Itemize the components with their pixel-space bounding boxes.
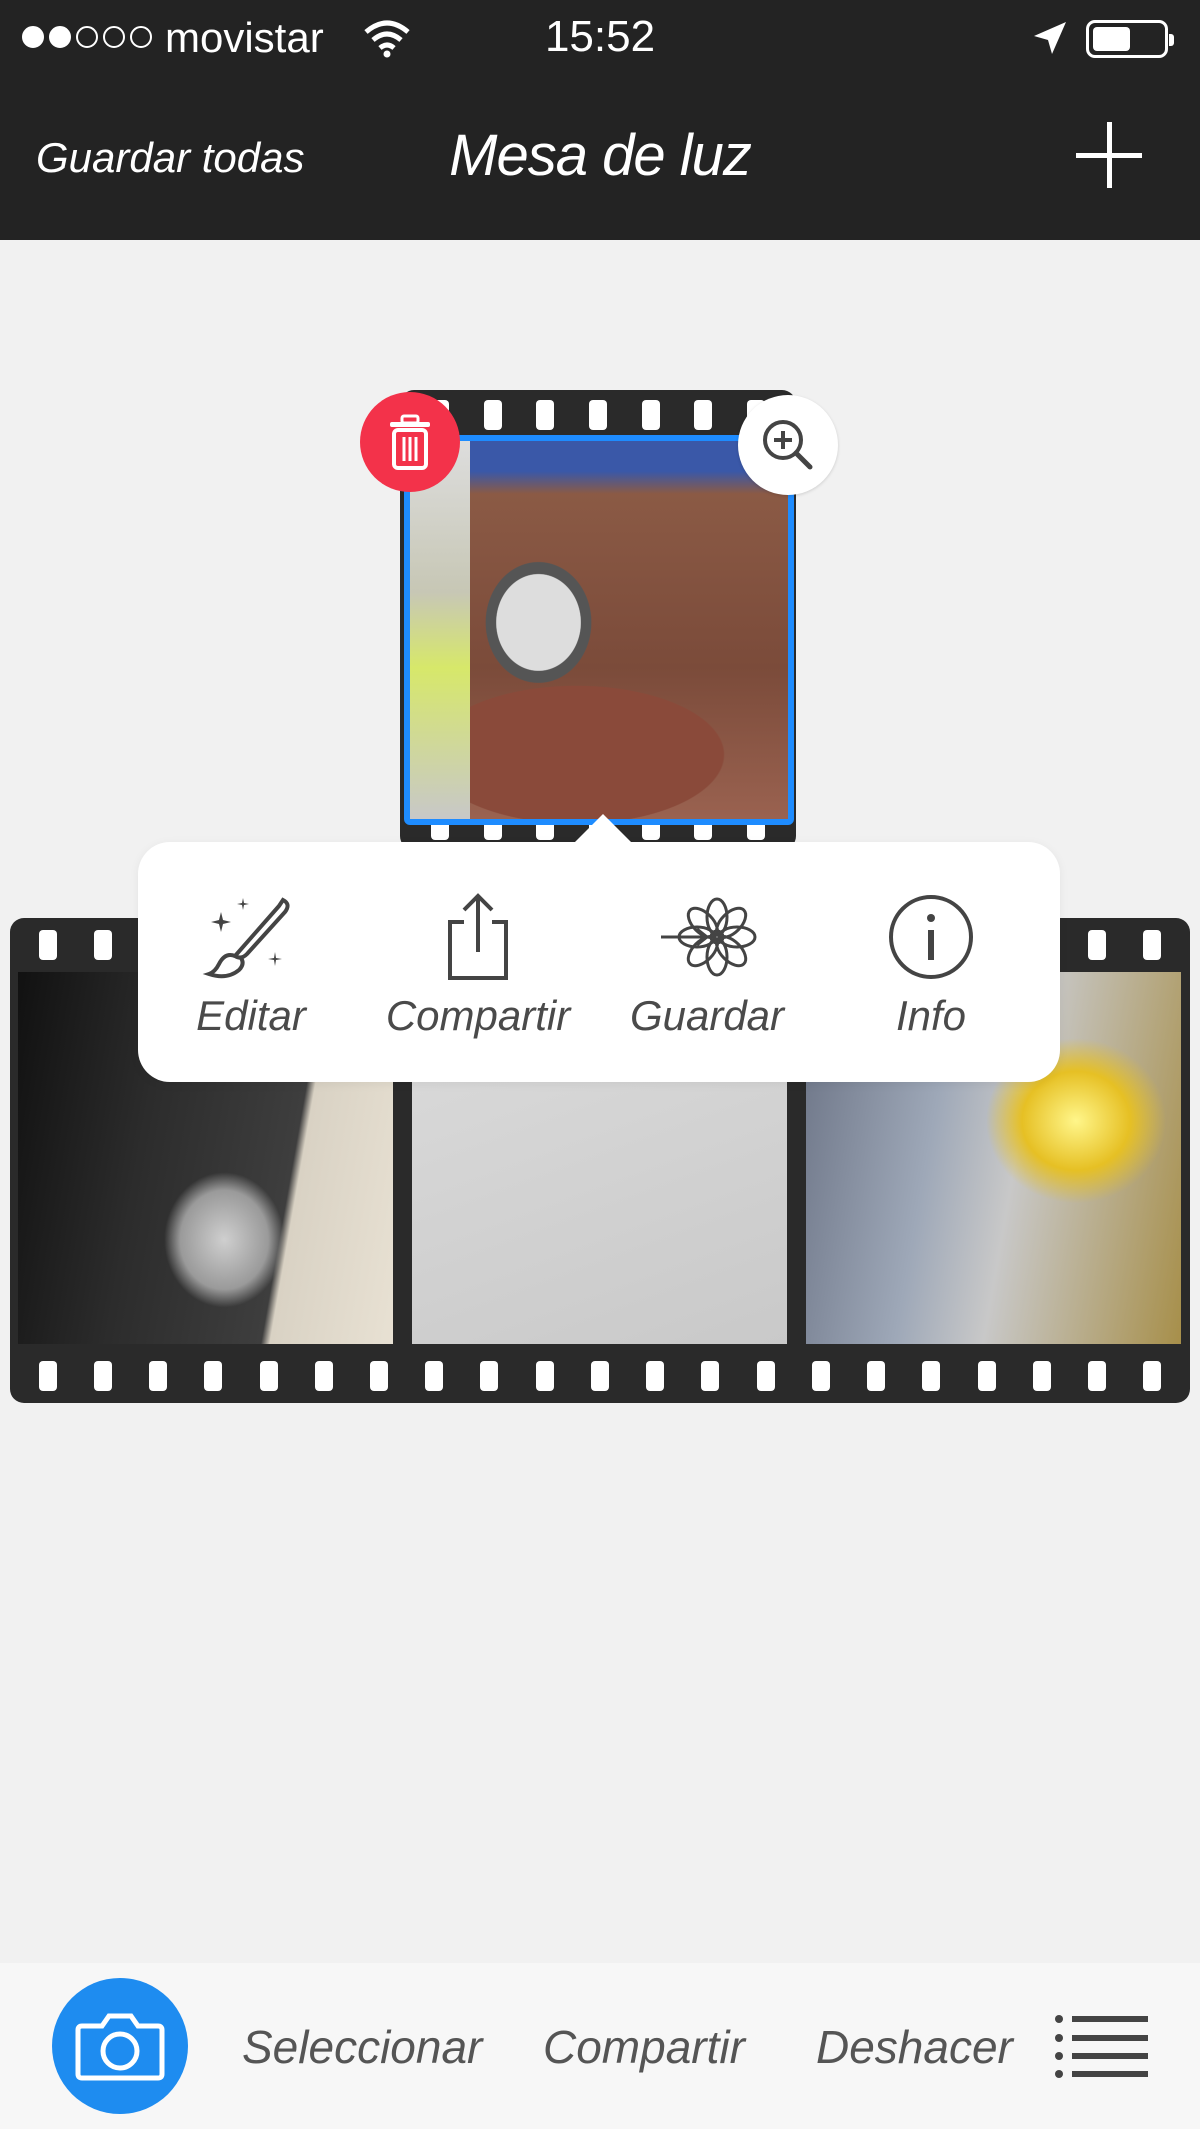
camera-button[interactable] bbox=[52, 1978, 188, 2114]
select-button[interactable]: Seleccionar bbox=[242, 2020, 482, 2074]
header: movistar 15:52 Guardar todas Mesa de luz bbox=[0, 0, 1200, 240]
share-label: Compartir bbox=[385, 992, 571, 1039]
list-menu-icon[interactable] bbox=[1054, 2014, 1148, 2078]
location-arrow-icon bbox=[1034, 22, 1066, 54]
edit-label: Editar bbox=[196, 992, 306, 1039]
trash-icon bbox=[390, 414, 430, 470]
save-flower-icon bbox=[661, 897, 757, 977]
page-title: Mesa de luz bbox=[449, 123, 752, 188]
zoom-in-icon bbox=[763, 420, 813, 470]
zoom-photo-button[interactable] bbox=[738, 395, 838, 495]
info-label: Info bbox=[895, 992, 967, 1039]
save-label: Guardar bbox=[629, 992, 785, 1039]
magic-brush-icon bbox=[202, 897, 290, 979]
share-action-button[interactable]: Compartir bbox=[368, 892, 588, 1040]
info-button[interactable]: Info bbox=[821, 892, 1041, 1040]
status-time: 15:52 bbox=[544, 12, 656, 61]
info-icon bbox=[889, 895, 973, 979]
delete-photo-button[interactable] bbox=[360, 392, 460, 492]
share-button[interactable]: Compartir bbox=[543, 2020, 745, 2074]
film-perforations-top bbox=[414, 400, 782, 430]
share-icon bbox=[448, 893, 508, 980]
edit-button[interactable]: Editar bbox=[141, 892, 361, 1040]
film-perforations-bottom bbox=[20, 1361, 1180, 1391]
undo-button[interactable]: Deshacer bbox=[816, 2020, 1013, 2074]
status-bar: movistar 15:52 bbox=[0, 0, 1200, 80]
battery-icon bbox=[1086, 20, 1174, 58]
camera-icon bbox=[75, 2013, 165, 2081]
photo-actions-popover: Editar Compartir Guardar Info bbox=[138, 814, 1060, 1082]
photo-1[interactable] bbox=[404, 435, 794, 825]
plus-icon[interactable] bbox=[1076, 122, 1142, 188]
save-action-button[interactable]: Guardar bbox=[597, 892, 817, 1040]
